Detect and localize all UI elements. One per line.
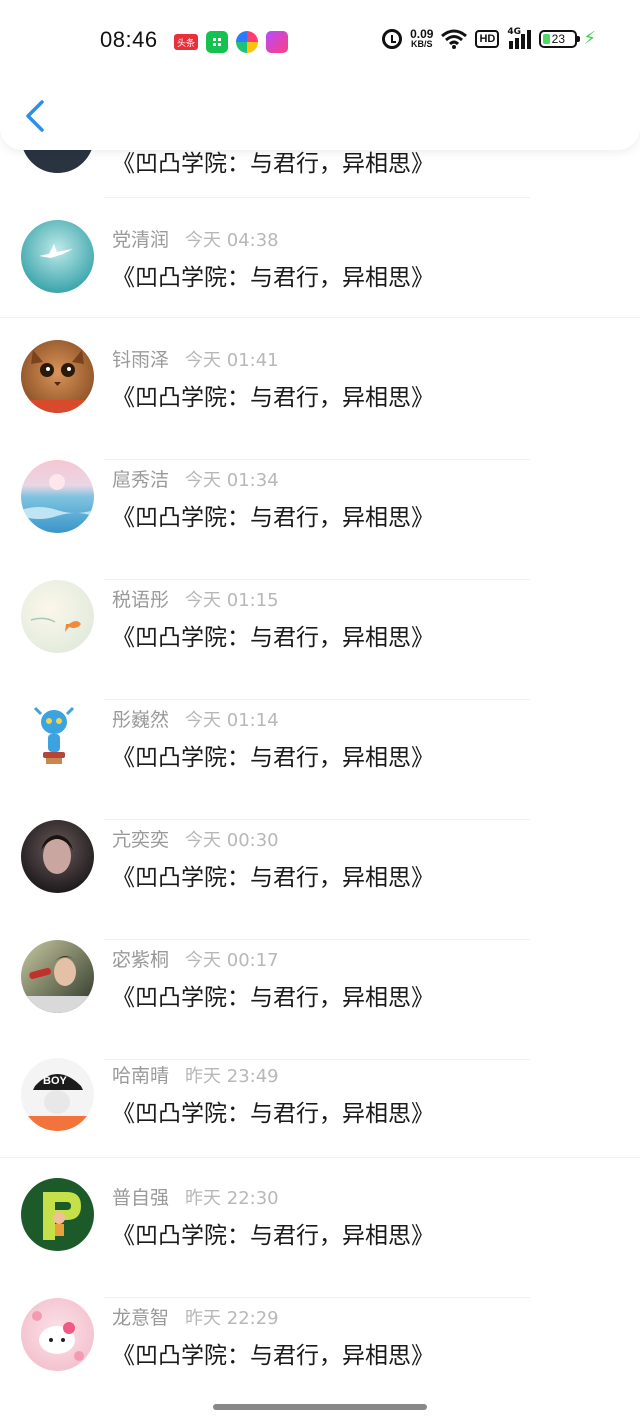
wifi-icon [441, 29, 468, 49]
list-item[interactable]: 彤巍然 今天 01:14 《凹凸学院：与君行，异相思》 [0, 700, 640, 820]
sender-name: 普自强 [112, 1187, 170, 1209]
list-item[interactable]: 钭雨泽 今天 01:41 《凹凸学院：与君行，异相思》 [0, 340, 640, 460]
sender-name: 钭雨泽 [112, 349, 170, 371]
signal-bar [527, 29, 532, 49]
avatar[interactable] [21, 700, 94, 773]
timestamp: 昨天 23:49 [185, 1066, 279, 1087]
sender-line: 扈秀洁 今天 01:34 [112, 465, 279, 492]
mini-program-icon [206, 31, 228, 53]
timestamp: 今天 00:30 [185, 830, 279, 851]
chevron-left-icon [26, 100, 44, 132]
list-item[interactable]: BOY 哈南晴 昨天 23:49 《凹凸学院：与君行，异相思》 [0, 1056, 640, 1176]
message-preview: 《凹凸学院：与君行，异相思》 [112, 625, 434, 651]
avatar[interactable]: BOY [21, 1058, 94, 1131]
battery-icon: 23 [539, 29, 581, 48]
message-preview: 《凹凸学院：与君行，异相思》 [112, 985, 434, 1011]
list-item[interactable]: 普自强 昨天 22:30 《凹凸学院：与君行，异相思》 [0, 1178, 640, 1298]
sender-name: 党清润 [112, 229, 170, 251]
system-status: 0.09 KB/S HD 4G 23 ⚡ [382, 26, 596, 49]
colorful-app-icon [236, 31, 258, 53]
sender-line: 税语彤 今天 01:15 [112, 585, 279, 612]
back-button[interactable] [22, 98, 50, 134]
toutiao-icon: 头条 [174, 34, 198, 50]
divider [104, 197, 530, 198]
signal-bar [509, 40, 514, 49]
divider [0, 317, 640, 318]
message-preview: 《凹凸学院：与君行，异相思》 [112, 745, 434, 771]
charging-icon: ⚡ [583, 28, 596, 49]
message-preview: 《凹凸学院：与君行，异相思》 [112, 385, 434, 411]
list-item[interactable]: 亢奕奕 今天 00:30 《凹凸学院：与君行，异相思》 [0, 820, 640, 940]
top-bar: 08:46 头条 0.09 KB/S HD 4G 23 ⚡ [0, 0, 640, 150]
avatar[interactable] [21, 1298, 94, 1371]
network-speed-value: 0.09 [410, 26, 434, 41]
avatar[interactable] [21, 460, 94, 533]
message-preview: 《凹凸学院：与君行，异相思》 [112, 865, 434, 891]
list-item[interactable]: 扈秀洁 今天 01:34 《凹凸学院：与君行，异相思》 [0, 460, 640, 580]
message-preview: 《凹凸学院：与君行，异相思》 [112, 1101, 434, 1127]
battery-level: 23 [551, 31, 566, 46]
shop-app-icon [266, 31, 288, 53]
timestamp: 昨天 22:29 [185, 1308, 279, 1329]
timestamp: 今天 01:15 [185, 590, 279, 611]
avatar[interactable] [21, 820, 94, 893]
list-item[interactable]: 党清润 今天 04:38 《凹凸学院：与君行，异相思》 [0, 220, 640, 340]
sender-line: 亢奕奕 今天 00:30 [112, 825, 279, 852]
timestamp: 昨天 22:30 [185, 1188, 279, 1209]
timestamp: 今天 01:34 [185, 470, 279, 491]
sender-name: 哈南晴 [112, 1065, 170, 1087]
home-indicator[interactable] [213, 1404, 427, 1410]
divider [0, 1157, 640, 1158]
timestamp: 今天 01:41 [185, 350, 279, 371]
svg-text:BOY: BOY [43, 1075, 68, 1087]
sender-name: 亢奕奕 [112, 829, 170, 851]
timestamp: 今天 04:38 [185, 230, 279, 251]
avatar[interactable] [21, 220, 94, 293]
timestamp: 今天 00:17 [185, 950, 279, 971]
message-preview: 《凹凸学院：与君行，异相思》 [112, 1223, 434, 1249]
message-preview: 《凹凸学院：与君行，异相思》 [112, 505, 434, 531]
avatar[interactable] [21, 940, 94, 1013]
sender-line: 宓紫桐 今天 00:17 [112, 945, 279, 972]
notification-icons: 头条 [174, 31, 288, 53]
sender-name: 税语彤 [112, 589, 170, 611]
sender-name: 扈秀洁 [112, 469, 170, 491]
status-time: 08:46 [100, 27, 158, 52]
network-speed-unit: KB/S [411, 38, 433, 49]
avatar[interactable] [21, 580, 94, 653]
avatar[interactable] [21, 340, 94, 413]
signal-bar [515, 37, 520, 49]
list-item[interactable]: 税语彤 今天 01:15 《凹凸学院：与君行，异相思》 [0, 580, 640, 700]
sender-line: 龙意智 昨天 22:29 [112, 1303, 279, 1330]
timestamp: 今天 01:14 [185, 710, 279, 731]
signal-label: 4G [507, 26, 522, 37]
hd-badge: HD [475, 29, 500, 48]
sender-line: 哈南晴 昨天 23:49 [112, 1061, 279, 1088]
alarm-icon [382, 28, 403, 49]
sender-name: 宓紫桐 [112, 949, 170, 971]
message-preview: 《凹凸学院：与君行，异相思》 [112, 1343, 434, 1369]
battery-fill [543, 33, 551, 44]
sender-name: 龙意智 [112, 1307, 170, 1329]
sender-name: 彤巍然 [112, 709, 170, 731]
sender-line: 党清润 今天 04:38 [112, 225, 279, 252]
message-preview: 《凹凸学院：与君行，异相思》 [112, 265, 434, 291]
sender-line: 普自强 昨天 22:30 [112, 1183, 279, 1210]
sender-line: 彤巍然 今天 01:14 [112, 705, 279, 732]
signal-icon: 4G [507, 26, 532, 49]
network-speed: 0.09 KB/S [410, 26, 434, 49]
avatar[interactable] [21, 1178, 94, 1251]
sender-line: 钭雨泽 今天 01:41 [112, 345, 279, 372]
list-item[interactable]: 宓紫桐 今天 00:17 《凹凸学院：与君行，异相思》 [0, 940, 640, 1060]
list-item[interactable]: 龙意智 昨天 22:29 《凹凸学院：与君行，异相思》 [0, 1298, 640, 1418]
signal-bar [521, 33, 526, 49]
